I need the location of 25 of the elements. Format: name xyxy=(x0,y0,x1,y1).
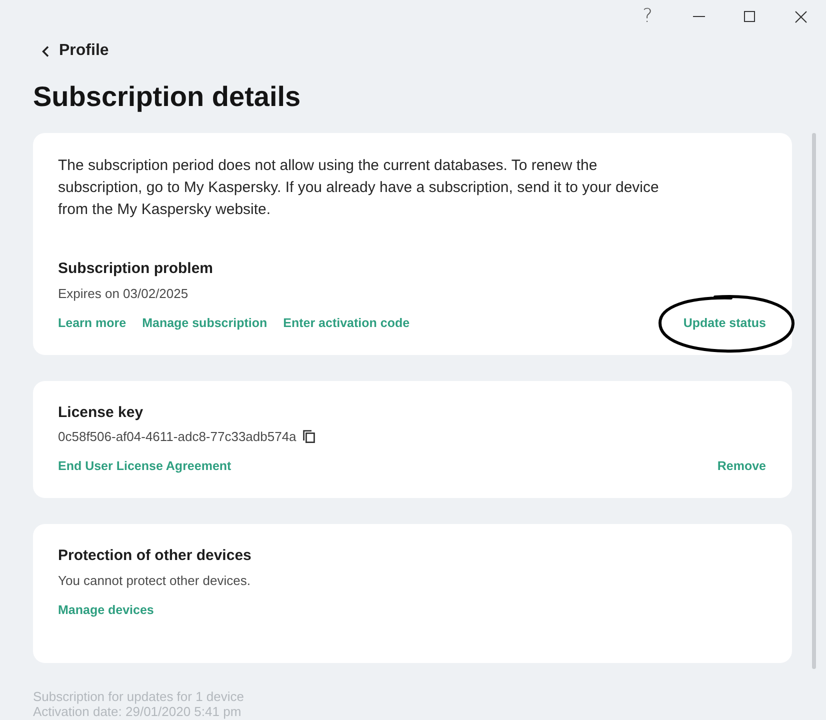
copy-icon[interactable] xyxy=(303,430,316,443)
text-link[interactable]: Enter activation code xyxy=(283,314,410,332)
detail-text: Expires on 03/02/2025 xyxy=(58,284,188,302)
license-key-text: 0c58f506-af04-4611-adc8-77c33adb574a xyxy=(58,428,296,446)
text-link[interactable]: Manage subscription xyxy=(142,314,268,332)
message-text: The subscription period does not allow using the current databases. To renew the subscription, go to My Kaspersky. If you already have a subscription, send it to your device from the My Kaspersky website. xyxy=(58,156,660,220)
text-link[interactable]: Learn more xyxy=(58,314,126,332)
section-heading: Protection of other devices xyxy=(58,546,252,566)
page-title: Subscription details xyxy=(33,80,301,114)
section-heading: Subscription problem xyxy=(58,258,214,278)
back-button[interactable]: Profile xyxy=(42,41,109,61)
minimize-icon xyxy=(692,16,704,17)
text-link[interactable]: Remove xyxy=(717,456,766,474)
footer-text: Activation date: 29/01/2020 5:41 pm xyxy=(33,704,242,720)
footer-text: Subscription for updates for 1 device xyxy=(33,688,244,704)
chevron-left-icon xyxy=(42,46,49,56)
text-link[interactable]: End User License Agreement xyxy=(58,456,232,474)
detail-text: You cannot protect other devices. xyxy=(58,572,250,590)
scrollbar-thumb[interactable] xyxy=(812,132,816,668)
maximize-icon xyxy=(744,11,755,22)
close-icon xyxy=(794,10,806,22)
section-heading: License key xyxy=(58,402,144,422)
help-button[interactable]: ? xyxy=(622,0,673,33)
text-link[interactable]: Update status xyxy=(683,314,766,332)
text-link[interactable]: Manage devices xyxy=(58,600,154,618)
